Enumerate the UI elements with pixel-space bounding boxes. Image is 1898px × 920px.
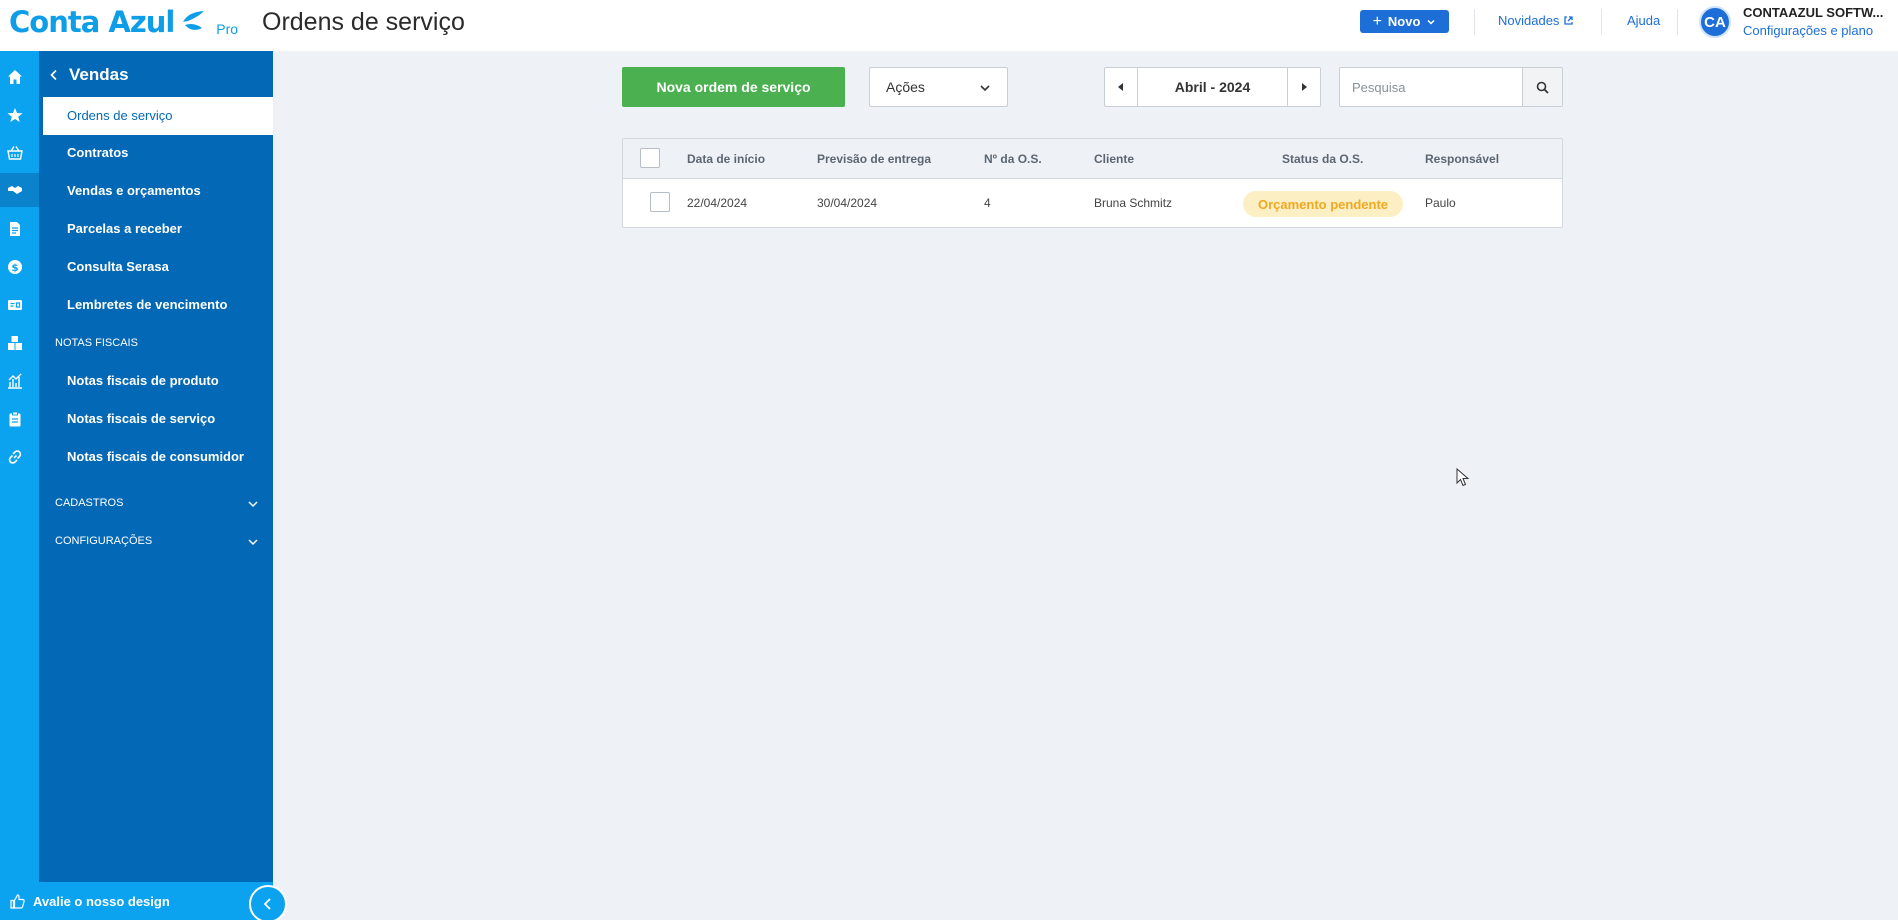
sidebar-title: Vendas [69, 65, 129, 84]
search-box [1339, 67, 1563, 107]
cell-client: Bruna Schmitz [1094, 196, 1173, 210]
cell-delivery-date: 30/04/2024 [817, 196, 878, 210]
brand-mark-icon [183, 11, 205, 30]
dollar-icon[interactable]: $ [7, 259, 23, 275]
icon-rail: $ [0, 51, 39, 920]
chevron-down-icon[interactable] [247, 536, 259, 548]
divider [1601, 9, 1602, 35]
rail-item-sales[interactable] [0, 173, 39, 207]
column-status[interactable]: Status da O.S. [1282, 152, 1363, 166]
actions-dropdown[interactable]: Ações [869, 67, 1008, 107]
boxes-icon[interactable] [7, 335, 23, 351]
section-fiscal: NOTAS FISCAIS [55, 337, 138, 349]
document-icon[interactable] [7, 221, 23, 237]
top-bar: Conta Azul Pro Ordens de serviço + Novo … [0, 0, 1898, 51]
chevron-down-icon[interactable] [247, 498, 259, 510]
company-name[interactable]: CONTAAZUL SOFTW... [1743, 5, 1883, 20]
next-period-button[interactable] [1287, 68, 1320, 106]
row-checkbox[interactable] [650, 192, 670, 212]
sidebar-item-product-invoices[interactable]: Notas fiscais de produto [67, 373, 219, 388]
id-card-icon[interactable] [7, 297, 23, 313]
thumbs-up-icon [10, 893, 25, 909]
new-button[interactable]: + Novo [1360, 10, 1449, 33]
home-icon[interactable] [7, 69, 23, 85]
search-icon [1536, 81, 1549, 94]
divider [1474, 9, 1475, 35]
period-label: Abril - 2024 [1174, 79, 1251, 95]
sidebar-item-service-orders[interactable]: Ordens de serviço [43, 97, 273, 135]
basket-icon[interactable] [7, 145, 23, 161]
feedback-button[interactable]: Avalie o nosso design [0, 882, 273, 920]
select-all-checkbox[interactable] [640, 148, 660, 168]
period-navigator: Abril - 2024 [1104, 67, 1321, 107]
sidebar-item-reminders[interactable]: Lembretes de vencimento [67, 297, 227, 312]
sidebar-item-service-invoices[interactable]: Notas fiscais de serviço [67, 411, 215, 426]
new-button-label: Novo [1387, 14, 1421, 29]
chart-icon[interactable] [7, 373, 23, 389]
new-service-order-button[interactable]: Nova ordem de serviço [622, 67, 845, 107]
actions-label: Ações [886, 79, 925, 95]
brand-name: Conta Azul [9, 5, 175, 39]
handshake-icon [8, 186, 22, 194]
status-badge: Orçamento pendente [1243, 191, 1403, 217]
search-button[interactable] [1522, 68, 1562, 106]
star-icon[interactable] [7, 107, 23, 123]
chevron-left-icon [263, 898, 271, 910]
column-delivery-date[interactable]: Previsão de entrega [817, 152, 931, 166]
column-order-number[interactable]: Nº da O.S. [984, 152, 1042, 166]
page-title: Ordens de serviço [262, 8, 465, 36]
brand-tier: Pro [216, 21, 239, 37]
svg-text:$: $ [12, 263, 19, 274]
sidebar: Vendas Ordens de serviço Contratos Venda… [39, 51, 273, 920]
previous-period-button[interactable] [1105, 68, 1138, 106]
news-link-label: Novidades [1498, 13, 1560, 28]
service-orders-table: Data de início Previsão de entrega Nº da… [622, 138, 1563, 228]
clipboard-icon[interactable] [7, 411, 23, 427]
feedback-label: Avalie o nosso design [33, 893, 170, 909]
sidebar-item-contracts[interactable]: Contratos [67, 145, 128, 160]
search-input[interactable] [1340, 68, 1522, 106]
sidebar-item-sales-quotes[interactable]: Vendas e orçamentos [67, 183, 201, 198]
cell-start-date: 22/04/2024 [687, 196, 748, 210]
chevron-down-icon [1427, 19, 1435, 25]
column-start-date[interactable]: Data de início [687, 152, 765, 166]
help-link-label: Ajuda [1627, 13, 1661, 28]
news-link[interactable]: Novidades [1498, 13, 1574, 28]
sidebar-item-serasa[interactable]: Consulta Serasa [67, 259, 169, 274]
caret-right-icon [1302, 83, 1307, 91]
collapse-sidebar-button[interactable] [249, 885, 287, 920]
section-config[interactable]: CONFIGURAÇÕES [55, 535, 152, 547]
plus-icon: + [1372, 12, 1382, 30]
table-header: Data de início Previsão de entrega Nº da… [623, 139, 1562, 179]
mouse-cursor-icon [1456, 468, 1470, 487]
help-link[interactable]: Ajuda [1627, 13, 1660, 28]
external-link-icon [1564, 16, 1574, 25]
caret-left-icon [1118, 83, 1123, 91]
chevron-down-icon [980, 85, 990, 92]
divider [1677, 9, 1678, 35]
brand-logo[interactable]: Conta Azul Pro [9, 5, 238, 39]
column-responsible[interactable]: Responsável [1425, 152, 1499, 166]
link-icon[interactable] [7, 449, 23, 465]
avatar[interactable]: CA [1699, 6, 1731, 38]
column-client[interactable]: Cliente [1094, 152, 1134, 166]
sidebar-item-consumer-invoices[interactable]: Notas fiscais de consumidor [67, 449, 244, 464]
settings-plan-link[interactable]: Configurações e plano [1743, 23, 1873, 38]
cell-responsible: Paulo [1425, 196, 1456, 210]
chevron-left-icon [50, 69, 57, 81]
sidebar-back[interactable]: Vendas [49, 65, 129, 85]
sidebar-item-receivables[interactable]: Parcelas a receber [67, 221, 182, 236]
cell-order-number: 4 [984, 196, 991, 210]
section-cadastros[interactable]: CADASTROS [55, 497, 123, 509]
